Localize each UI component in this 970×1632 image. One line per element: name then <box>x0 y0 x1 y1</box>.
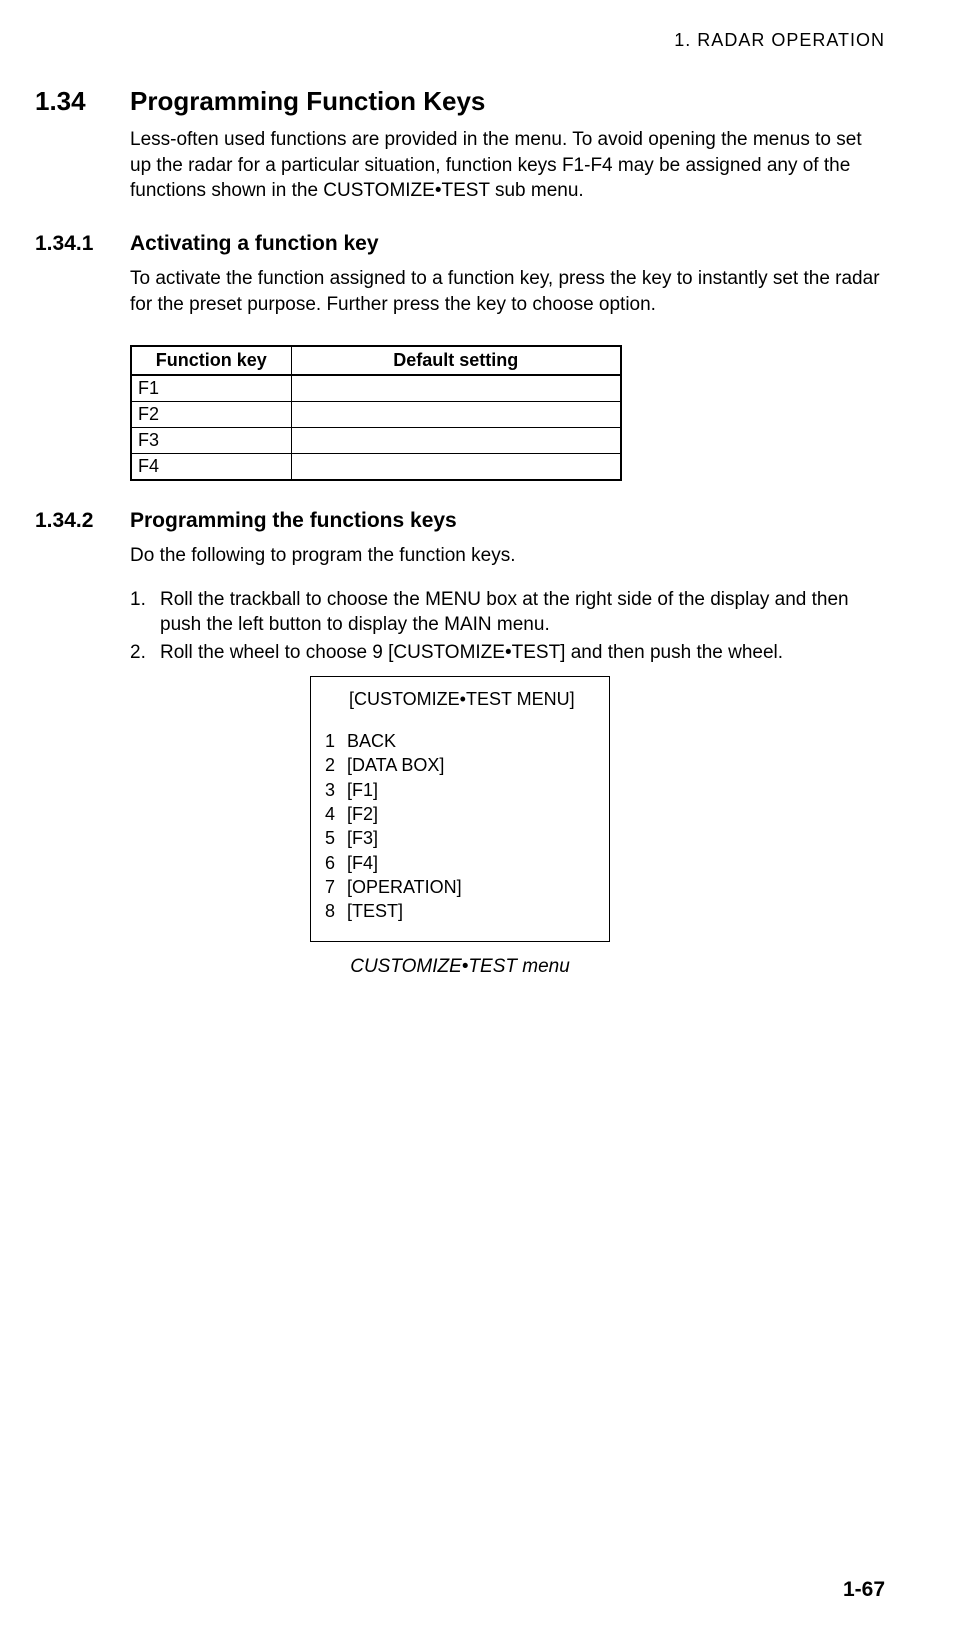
menu-item-text: [F3] <box>347 826 378 850</box>
table-cell-key: F3 <box>131 428 291 454</box>
subsection-1-body: To activate the function assigned to a f… <box>130 266 885 317</box>
menu-item-text: [DATA BOX] <box>347 753 444 777</box>
table-cell-default <box>291 428 621 454</box>
menu-item-text: [F2] <box>347 802 378 826</box>
menu-item-text: [F1] <box>347 778 378 802</box>
menu-item: 3 [F1] <box>325 778 595 802</box>
subsection-2-body: Do the following to program the function… <box>130 543 885 569</box>
menu-item: 4 [F2] <box>325 802 595 826</box>
menu-item: 5 [F3] <box>325 826 595 850</box>
table-cell-default <box>291 402 621 428</box>
menu-item-number: 5 <box>325 826 347 850</box>
menu-item-number: 7 <box>325 875 347 899</box>
subsection-2-heading-row: 1.34.2 Programming the functions keys <box>35 509 885 533</box>
menu-item-number: 8 <box>325 899 347 923</box>
section-number: 1.34 <box>35 86 130 117</box>
subsection-2-number: 1.34.2 <box>35 509 130 533</box>
table-header-row: Function key Default setting <box>131 346 621 375</box>
subsection-1-number: 1.34.1 <box>35 232 130 256</box>
function-key-table: Function key Default setting F1 F2 F3 F4 <box>130 345 622 481</box>
menu-item-number: 6 <box>325 851 347 875</box>
menu-item: 6 [F4] <box>325 851 595 875</box>
menu-caption: CUSTOMIZE•TEST menu <box>35 956 885 978</box>
menu-item: 8 [TEST] <box>325 899 595 923</box>
menu-item: 2 [DATA BOX] <box>325 753 595 777</box>
list-item-number: 1. <box>130 587 160 638</box>
table-row: F3 <box>131 428 621 454</box>
menu-item-number: 1 <box>325 729 347 753</box>
menu-item: 1 BACK <box>325 729 595 753</box>
list-item-text: Roll the wheel to choose 9 [CUSTOMIZE•TE… <box>160 640 885 666</box>
subsection-2-title: Programming the functions keys <box>130 509 457 533</box>
subsection-1-heading-row: 1.34.1 Activating a function key <box>35 232 885 256</box>
table-row: F1 <box>131 375 621 402</box>
list-item: 2. Roll the wheel to choose 9 [CUSTOMIZE… <box>130 640 885 666</box>
menu-item-text: [OPERATION] <box>347 875 462 899</box>
menu-item: 7 [OPERATION] <box>325 875 595 899</box>
table-cell-key: F1 <box>131 375 291 402</box>
table-header-default: Default setting <box>291 346 621 375</box>
menu-item-number: 2 <box>325 753 347 777</box>
menu-box-title: [CUSTOMIZE•TEST MENU] <box>349 687 595 711</box>
table-header-key: Function key <box>131 346 291 375</box>
menu-item-text: BACK <box>347 729 396 753</box>
table-cell-key: F2 <box>131 402 291 428</box>
chapter-header: 1. RADAR OPERATION <box>35 30 885 51</box>
steps-list: 1. Roll the trackball to choose the MENU… <box>130 587 885 666</box>
menu-item-text: [F4] <box>347 851 378 875</box>
table-row: F2 <box>131 402 621 428</box>
table-cell-key: F4 <box>131 454 291 481</box>
table-cell-default <box>291 375 621 402</box>
list-item-number: 2. <box>130 640 160 666</box>
section-title: Programming Function Keys <box>130 86 485 117</box>
page-number: 1-67 <box>843 1578 885 1602</box>
menu-item-number: 4 <box>325 802 347 826</box>
section-heading-row: 1.34 Programming Function Keys <box>35 86 885 117</box>
table-cell-default <box>291 454 621 481</box>
list-item: 1. Roll the trackball to choose the MENU… <box>130 587 885 638</box>
table-row: F4 <box>131 454 621 481</box>
section-body: Less-often used functions are provided i… <box>130 127 885 204</box>
menu-item-text: [TEST] <box>347 899 403 923</box>
menu-item-number: 3 <box>325 778 347 802</box>
menu-box: [CUSTOMIZE•TEST MENU] 1 BACK 2 [DATA BOX… <box>310 676 610 943</box>
subsection-1-title: Activating a function key <box>130 232 379 256</box>
list-item-text: Roll the trackball to choose the MENU bo… <box>160 587 885 638</box>
